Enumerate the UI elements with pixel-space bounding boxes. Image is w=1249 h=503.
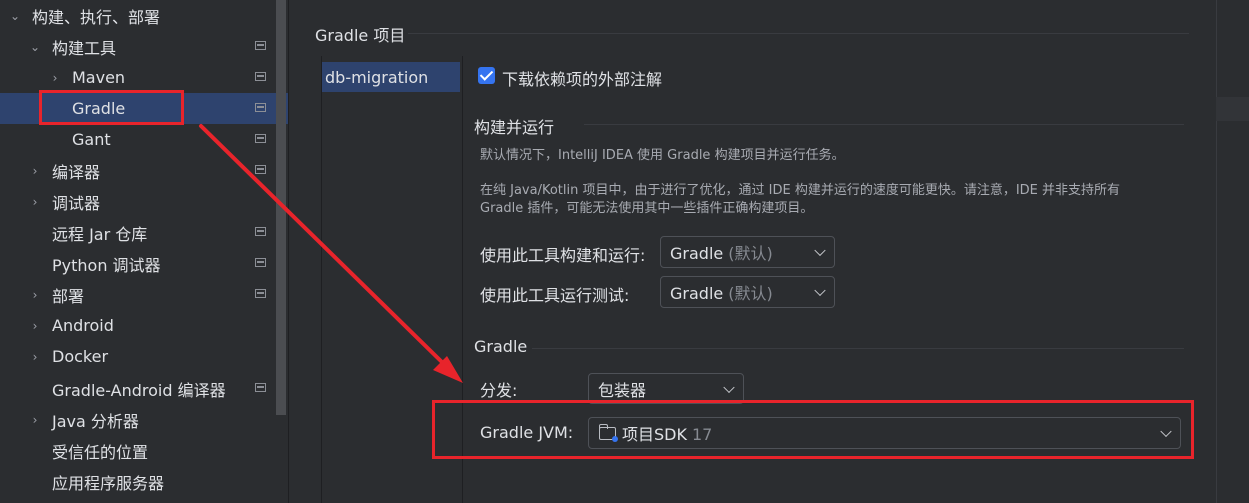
annotation-arrow: [199, 124, 463, 383]
